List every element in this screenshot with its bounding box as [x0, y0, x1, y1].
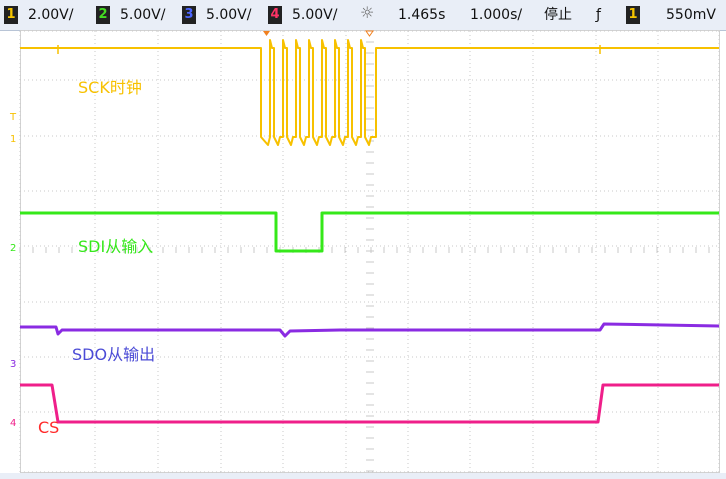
trigger-position-marker[interactable] — [263, 31, 270, 36]
bottom-strip — [0, 473, 726, 479]
sck-label: SCK时钟 — [78, 78, 142, 97]
sdi-label: SDI从输入 — [78, 237, 154, 256]
sdo-label: SDO从输出 — [72, 345, 156, 364]
channel-4-marker[interactable]: 4 — [10, 419, 16, 429]
cs-label: CS — [38, 418, 60, 437]
trigger-marker[interactable]: T — [10, 113, 16, 123]
sdo-waveform — [20, 322, 720, 338]
channel-1-marker[interactable]: 1 — [10, 135, 16, 145]
channel-2-marker[interactable]: 2 — [10, 244, 16, 254]
delay-marker[interactable] — [365, 30, 374, 37]
channel-3-marker[interactable]: 3 — [10, 360, 16, 370]
